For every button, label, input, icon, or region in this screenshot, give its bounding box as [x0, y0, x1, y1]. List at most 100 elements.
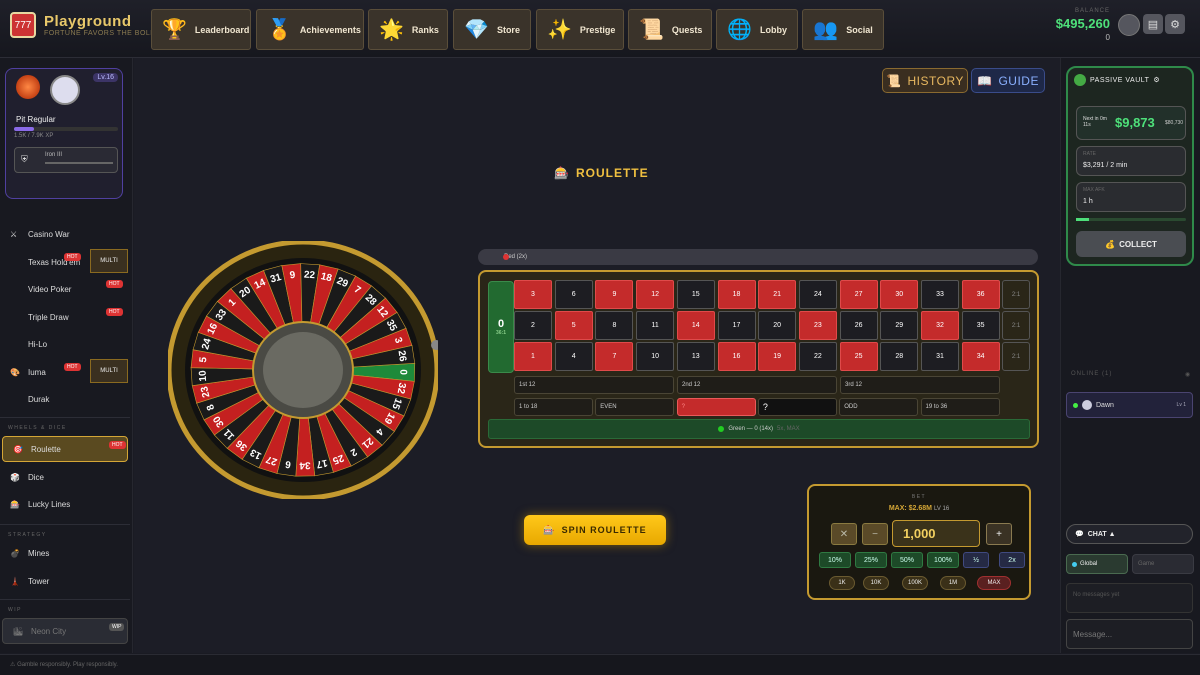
sidebar-item-triple-draw[interactable]: Triple Draw HOT	[0, 304, 128, 330]
number-cell[interactable]: 13	[676, 342, 715, 371]
decrease-bet-button[interactable]: −	[862, 523, 888, 545]
number-cell[interactable]: 21	[758, 280, 797, 309]
avatar[interactable]	[50, 75, 80, 105]
number-cell[interactable]: 27	[839, 280, 878, 309]
number-cell[interactable]: 32	[921, 311, 959, 340]
clear-bet-button[interactable]: ✕	[831, 523, 857, 545]
number-cell[interactable]: 17	[717, 311, 756, 340]
sidebar-item-dice[interactable]: 🎲 Dice	[0, 464, 128, 490]
column-bet[interactable]: 2:1	[1002, 342, 1030, 371]
number-cell[interactable]: 15	[676, 280, 715, 309]
eye-icon[interactable]: ◉	[1185, 371, 1190, 378]
dozen-bet[interactable]: 2nd 12	[677, 376, 837, 394]
number-cell[interactable]: 31	[921, 342, 959, 371]
bet-amount-button[interactable]: 100K	[902, 576, 928, 590]
number-cell[interactable]: 26	[839, 311, 878, 340]
multi-badge[interactable]: MULTI	[90, 359, 128, 383]
outside-bet[interactable]: 1 to 18	[514, 398, 593, 416]
tab-global[interactable]: Global	[1066, 554, 1128, 574]
bet-amount-button[interactable]: 1M	[940, 576, 966, 590]
number-cell[interactable]: 12	[636, 280, 675, 309]
number-cell[interactable]: 14	[676, 311, 715, 340]
dozen-bet[interactable]: 1st 12	[514, 376, 674, 394]
nav-lobby[interactable]: 🌐 Lobby	[716, 9, 798, 50]
tab-game[interactable]: Game	[1132, 554, 1194, 574]
increase-bet-button[interactable]: +	[986, 523, 1012, 545]
sidebar-item-mines[interactable]: 💣 Mines	[0, 540, 128, 566]
bet-amount-button[interactable]: 1K	[829, 576, 855, 590]
sidebar-item-tower[interactable]: 🗼 Tower	[0, 568, 128, 594]
number-cell[interactable]: 29	[880, 311, 919, 340]
bet-percent-button[interactable]: 10%	[819, 552, 851, 568]
guide-button[interactable]: 📖 GUIDE	[971, 68, 1045, 93]
number-cell[interactable]: 36	[961, 280, 1000, 309]
number-cell[interactable]: 2	[514, 311, 552, 340]
profile-avatar-button[interactable]	[1118, 14, 1140, 36]
number-cell[interactable]: 3	[514, 280, 552, 309]
bet-amount-button[interactable]: MAX	[977, 576, 1011, 590]
profile-card[interactable]: Lv.16 Pit Regular 1.5K / 7.9K XP ⛨ Iron …	[5, 68, 123, 199]
number-cell[interactable]: 23	[798, 311, 837, 340]
bet-amount-button[interactable]: 10K	[863, 576, 889, 590]
number-cell[interactable]: 16	[717, 342, 756, 371]
collect-button[interactable]: 💰 COLLECT	[1076, 231, 1186, 257]
number-cell[interactable]: 30	[880, 280, 919, 309]
number-cell[interactable]: 4	[554, 342, 593, 371]
bet-percent-button[interactable]: 50%	[891, 552, 923, 568]
chat-input[interactable]: Message...	[1066, 619, 1193, 649]
red-bet[interactable]: ?	[676, 398, 756, 416]
number-cell[interactable]: 9	[595, 280, 634, 309]
number-cell[interactable]: 10	[636, 342, 675, 371]
number-cell[interactable]: 11	[636, 311, 675, 340]
nav-ranks[interactable]: 🌟 Ranks	[368, 9, 448, 50]
number-cell[interactable]: 20	[758, 311, 797, 340]
bet-percent-button[interactable]: 25%	[855, 552, 887, 568]
nav-social[interactable]: 👥 Social	[802, 9, 884, 50]
green-bet-bar[interactable]: Green — 0 (14x) 5x, MAX	[488, 419, 1030, 439]
number-cell[interactable]: 19	[758, 342, 797, 371]
number-cell[interactable]: 5	[554, 311, 593, 340]
nav-quests[interactable]: 📜 Quests	[628, 9, 712, 50]
bet-percent-button[interactable]: 100%	[927, 552, 959, 568]
menu-icon[interactable]: ▤	[1143, 14, 1163, 34]
number-cell[interactable]: 35	[961, 311, 1000, 340]
chat-header[interactable]: 💬 CHAT ▲	[1066, 524, 1193, 544]
bet-percent-button[interactable]: 2x	[999, 552, 1025, 568]
settings-gear-icon[interactable]: ⚙	[1165, 14, 1185, 34]
bet-amount-input[interactable]: 1,000	[892, 520, 980, 547]
multi-badge[interactable]: MULTI	[90, 249, 128, 273]
sidebar-item-hi-lo[interactable]: Hi-Lo	[0, 331, 128, 357]
number-cell[interactable]: 33	[921, 280, 959, 309]
sidebar-item-durak[interactable]: Durak	[0, 386, 128, 412]
nav-store[interactable]: 💎 Store	[453, 9, 531, 50]
number-cell[interactable]: 22	[798, 342, 837, 371]
number-cell[interactable]: 7	[595, 342, 634, 371]
number-cell[interactable]: 1	[514, 342, 552, 371]
number-cell[interactable]: 24	[798, 280, 837, 309]
dozen-bet[interactable]: 3rd 12	[840, 376, 1000, 394]
spin-roulette-button[interactable]: 🎰 SPIN ROULETTE	[524, 515, 666, 545]
outside-bet[interactable]: EVEN	[595, 398, 675, 416]
logo[interactable]: 777 Playground FORTUNE FAVORS THE BOLD	[10, 12, 156, 38]
zero-cell[interactable]: 0 36:1	[488, 281, 514, 373]
column-bet[interactable]: 2:1	[1002, 280, 1030, 309]
number-cell[interactable]: 28	[880, 342, 919, 371]
sidebar-item-roulette[interactable]: 🎯 Roulette HOT	[2, 436, 128, 462]
online-user[interactable]: Dawn Lv 1	[1066, 392, 1193, 418]
history-button[interactable]: 📜 HISTORY	[882, 68, 968, 93]
number-cell[interactable]: 18	[717, 280, 756, 309]
nav-achievements[interactable]: 🏅 Achievements	[256, 9, 364, 50]
number-cell[interactable]: 34	[961, 342, 1000, 371]
outside-bet[interactable]: 19 to 36	[920, 398, 1000, 416]
number-cell[interactable]: 6	[554, 280, 593, 309]
nav-prestige[interactable]: ✨ Prestige	[536, 9, 624, 50]
sidebar-item-lucky-lines[interactable]: 🎰 Lucky Lines	[0, 491, 128, 517]
bet-percent-button[interactable]: ½	[963, 552, 989, 568]
black-bet[interactable]: ?	[757, 398, 837, 416]
number-cell[interactable]: 25	[839, 342, 878, 371]
nav-leaderboard[interactable]: 🏆 Leaderboard	[151, 9, 251, 50]
column-bet[interactable]: 2:1	[1002, 311, 1030, 340]
sidebar-item-neon-city[interactable]: 🏙 Neon City WIP	[2, 618, 128, 644]
sidebar-item-casino-war[interactable]: ⚔ Casino War	[0, 221, 128, 247]
number-cell[interactable]: 8	[595, 311, 634, 340]
